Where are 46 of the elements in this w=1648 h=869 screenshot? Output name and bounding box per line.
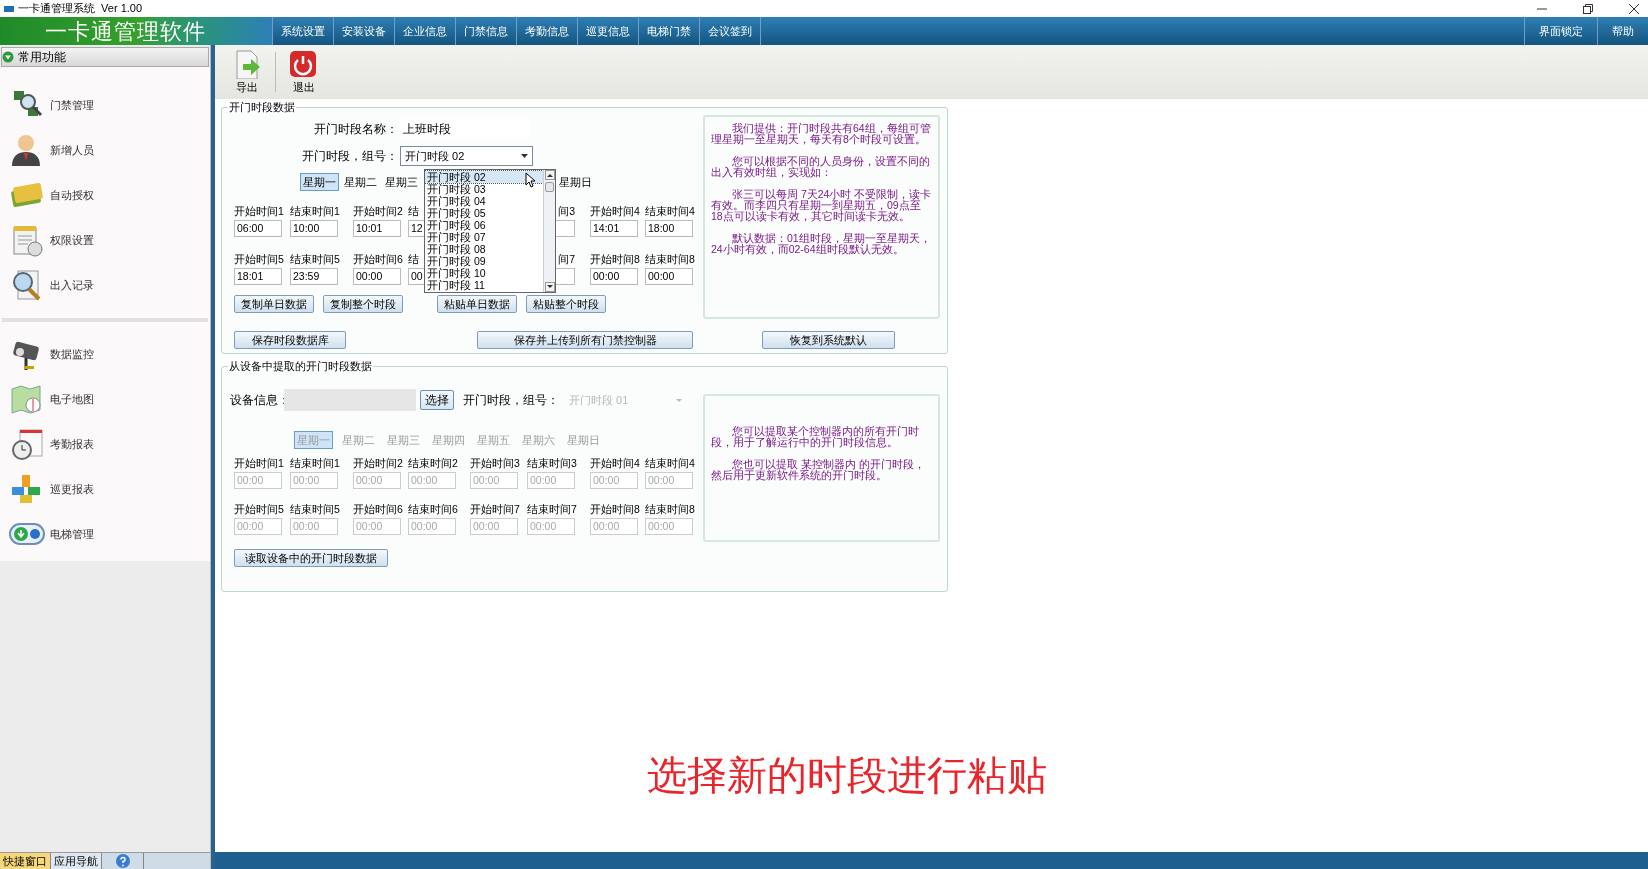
field-label: 结束时间8 [645, 503, 695, 516]
field-label: 开始时间1 [234, 457, 284, 470]
sidebar-header-label: 常用功能 [18, 49, 66, 66]
field-label: 间3 [558, 205, 575, 218]
field-label: 结束时间4 [645, 205, 695, 218]
field-label: 结 [408, 253, 419, 266]
field-label: 结束时间8 [645, 253, 695, 266]
group-title: 开门时段数据 [228, 100, 296, 114]
info-text: 张三可以每周 7天24小时 不受限制，读卡有效。而李四只有星期一到星期五，09点至18点可以读卡有效，其它时间读卡无效。 [711, 189, 932, 222]
field-label: 开门时段，组号： [463, 392, 559, 409]
field-label: 开始时间6 [353, 253, 403, 266]
group-title: 从设备中提取的开门时段数据 [228, 359, 373, 373]
field-label: 结束时间3 [527, 457, 577, 470]
info-text: 我们提供：开门时段共有64组，每组可管理星期一至星期天，每天有8个时段可设置。 [711, 123, 932, 145]
field-label: 开始时间8 [590, 503, 640, 516]
field-label: 结束时间7 [527, 503, 577, 516]
info-text: 您可以提取某个控制器内的所有开门时段，用于了解运行中的开门时段信息。 [711, 426, 920, 448]
field-label: 结束时间6 [408, 503, 458, 516]
field-label: 结束时间1 [290, 457, 340, 470]
info-text: 您也可以提取 某控制器内 的开门时段，然后用于更新软件系统的开门时段。 [711, 459, 926, 481]
field-label: 开门时段名称： [313, 121, 399, 138]
field-label: 开始时间2 [353, 457, 403, 470]
field-label: 结束时间2 [408, 457, 458, 470]
field-label: 设备信息： [230, 392, 284, 409]
video-caption: 选择新的时段进行粘贴 [646, 752, 1047, 800]
field-label: 开门时段，组号： [301, 148, 399, 165]
field-label: 结束时间4 [645, 457, 695, 470]
field-label: 结束时间5 [290, 503, 340, 516]
field-label: 开始时间5 [234, 503, 284, 516]
field-label: 开始时间4 [590, 205, 640, 218]
field-label: 开始时间7 [470, 503, 520, 516]
field-label: 结 [408, 205, 419, 218]
field-label: 开始时间1 [234, 205, 284, 218]
info-text: 默认数据：01组时段，星期一至星期天，24小时有效，而02-64组时段默认无效。 [711, 233, 932, 255]
app-name: 一卡通管理软件 [45, 17, 206, 46]
field-label: 开始时间8 [590, 253, 640, 266]
field-label: 开始时间5 [234, 253, 284, 266]
field-label: 结束时间5 [290, 253, 340, 266]
info-text: 您可以根据不同的人员身份，设置不同的出入有效时组，实现如： [711, 156, 931, 178]
field-label: 开始时间3 [470, 457, 520, 470]
field-label: 开始时间6 [353, 503, 403, 516]
window-title: 一卡通管理系统 Ver 1.00 [18, 1, 143, 17]
field-label: 开始时间4 [590, 457, 640, 470]
field-label: 开始时间2 [353, 205, 403, 218]
field-label: 结束时间1 [290, 205, 340, 218]
field-label: 间7 [558, 253, 575, 266]
